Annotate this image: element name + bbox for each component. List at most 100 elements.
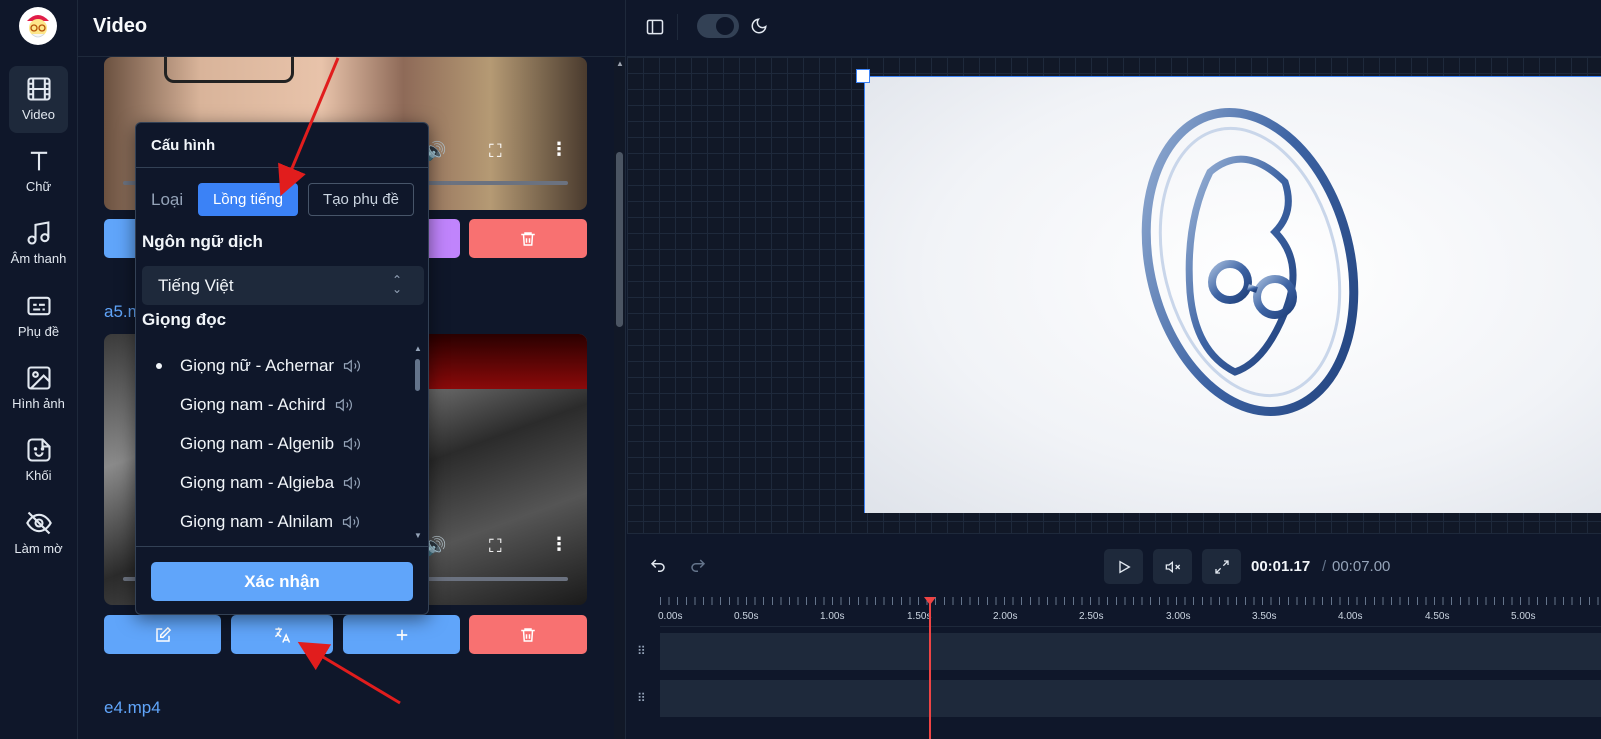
speaker-icon[interactable] — [342, 357, 362, 375]
editor-topbar — [627, 0, 1601, 57]
scroll-thumb[interactable] — [616, 152, 623, 327]
scroll-thumb[interactable] — [415, 359, 420, 391]
sidebar-toggle-icon[interactable] — [645, 17, 665, 42]
playhead-cap[interactable] — [924, 597, 936, 605]
delete-button[interactable] — [469, 615, 587, 654]
rail-item-video[interactable]: Video — [9, 66, 68, 133]
rail-item-blur[interactable]: Làm mờ — [9, 500, 68, 567]
plus-icon — [396, 629, 407, 640]
voice-option[interactable]: Giọng nam - Algieba — [180, 471, 362, 495]
total-time: 00:07.00 — [1332, 558, 1391, 575]
timeline-ruler[interactable]: 0.00s 0.50s 1.00s 1.50s 2.00s 2.50s 3.00… — [658, 597, 1601, 627]
edit-button[interactable] — [104, 615, 221, 654]
more-icon[interactable]: ⋮ — [550, 139, 568, 160]
speaker-icon[interactable] — [342, 474, 362, 492]
dubbing-option-button[interactable]: Lồng tiếng — [198, 183, 298, 216]
drag-handle-icon[interactable]: ⠿ — [637, 691, 646, 705]
player-controls: 00:01.17 / 00:07.00 — [627, 533, 1601, 597]
language-label: Ngôn ngữ dịch — [142, 232, 263, 251]
tick-label: 1.50s — [907, 611, 932, 622]
tick-label: 0.00s — [658, 611, 683, 622]
tick-label: 1.00s — [820, 611, 845, 622]
text-icon — [30, 151, 47, 171]
redo-icon[interactable] — [689, 557, 707, 580]
divider — [136, 167, 428, 168]
voice-name: Giọng nữ - Achernar — [180, 356, 335, 375]
video-canvas[interactable] — [864, 76, 1601, 513]
panel-header — [78, 0, 625, 57]
undo-icon[interactable] — [649, 557, 667, 580]
tick-label: 5.00s — [1511, 611, 1536, 622]
scroll-down-icon[interactable]: ▼ — [414, 531, 422, 540]
edit-icon — [155, 626, 171, 642]
rail-label: Hình ảnh — [12, 396, 65, 411]
file-name: e4.mp4 — [104, 698, 161, 717]
delete-button[interactable] — [469, 219, 587, 258]
volume-muted-icon — [1165, 560, 1180, 573]
config-popover: Cấu hình Loại Lồng tiếng Tạo phụ đề Ngôn… — [135, 122, 429, 615]
resize-handle[interactable] — [856, 69, 870, 83]
voice-option[interactable]: Giọng nam - Achird — [180, 393, 354, 417]
type-label: Loại — [151, 190, 184, 209]
trash-icon — [521, 627, 535, 642]
voice-option[interactable]: Giọng nam - Algenib — [180, 432, 362, 456]
rail-label: Âm thanh — [10, 251, 67, 266]
tick-label: 0.50s — [734, 611, 759, 622]
moon-icon — [750, 17, 768, 40]
timeline-track[interactable] — [660, 633, 1601, 670]
panel-scrollbar[interactable]: ▲ — [614, 57, 625, 739]
tick-label: 4.50s — [1425, 611, 1450, 622]
rail-label: Video — [21, 107, 55, 122]
rail-item-audio[interactable]: Âm thanh — [9, 210, 68, 277]
tick-label: 2.00s — [993, 611, 1018, 622]
voice-name: Giọng nam - Algenib — [180, 434, 335, 453]
rail-item-shapes[interactable]: Khối — [9, 427, 68, 494]
speaker-icon[interactable] — [341, 513, 361, 531]
time-separator: / — [1322, 558, 1327, 575]
rail-item-subtitles[interactable]: Phụ đề — [9, 283, 68, 350]
language-value: Tiếng Việt — [158, 276, 234, 295]
tick-label: 3.50s — [1252, 611, 1277, 622]
voice-name: Giọng nam - Alnilam — [180, 512, 334, 531]
voice-option[interactable]: Giọng nam - Alnilam — [180, 510, 361, 534]
voice-name: Giọng nam - Achird — [180, 395, 326, 414]
subtitle-option-button[interactable]: Tạo phụ đề — [308, 183, 414, 216]
voice-label: Giọng đọc — [142, 310, 227, 329]
timeline[interactable]: 0.00s 0.50s 1.00s 1.50s 2.00s 2.50s 3.00… — [627, 597, 1601, 739]
translate-button[interactable] — [231, 615, 333, 654]
rail-label: Phụ đề — [17, 324, 60, 339]
play-button[interactable] — [1104, 549, 1143, 584]
divider — [677, 14, 678, 40]
confirm-button[interactable]: Xác nhận — [151, 562, 413, 601]
fullscreen-icon[interactable]: ⛶ — [489, 141, 502, 162]
tick-label: 2.50s — [1079, 611, 1104, 622]
sticker-icon — [26, 438, 51, 462]
scroll-up-icon[interactable]: ▲ — [414, 344, 422, 353]
theme-toggle[interactable] — [697, 14, 739, 38]
canvas-stage — [627, 57, 1601, 533]
voice-option[interactable]: Giọng nữ - Achernar — [156, 354, 362, 378]
fullscreen-icon[interactable]: ⛶ — [489, 536, 502, 557]
timeline-track[interactable] — [660, 680, 1601, 717]
rail-item-image[interactable]: Hình ảnh — [9, 355, 68, 422]
app-logo[interactable] — [19, 7, 57, 45]
voice-name: Giọng nam - Algieba — [180, 473, 335, 492]
fullscreen-button[interactable] — [1202, 549, 1241, 584]
speaker-icon[interactable] — [334, 396, 354, 414]
playhead[interactable] — [929, 597, 931, 739]
mute-button[interactable] — [1153, 549, 1192, 584]
rail-label: Làm mờ — [14, 541, 63, 556]
divider — [136, 546, 428, 547]
subtitles-icon — [26, 296, 51, 316]
scroll-up-icon[interactable]: ▲ — [616, 59, 624, 68]
more-icon[interactable]: ⋮ — [550, 534, 568, 555]
drag-handle-icon[interactable]: ⠿ — [637, 644, 646, 658]
speaker-icon[interactable] — [342, 435, 362, 453]
panel-title: Video — [93, 15, 148, 37]
play-icon — [1118, 560, 1131, 573]
language-select[interactable]: Tiếng Việt ⌃ ⌄ — [142, 266, 424, 305]
add-button[interactable] — [343, 615, 460, 654]
tick-label: 3.00s — [1166, 611, 1191, 622]
voice-scrollbar[interactable]: ▲ ▼ — [413, 344, 423, 542]
rail-item-text[interactable]: Chữ — [9, 138, 68, 205]
